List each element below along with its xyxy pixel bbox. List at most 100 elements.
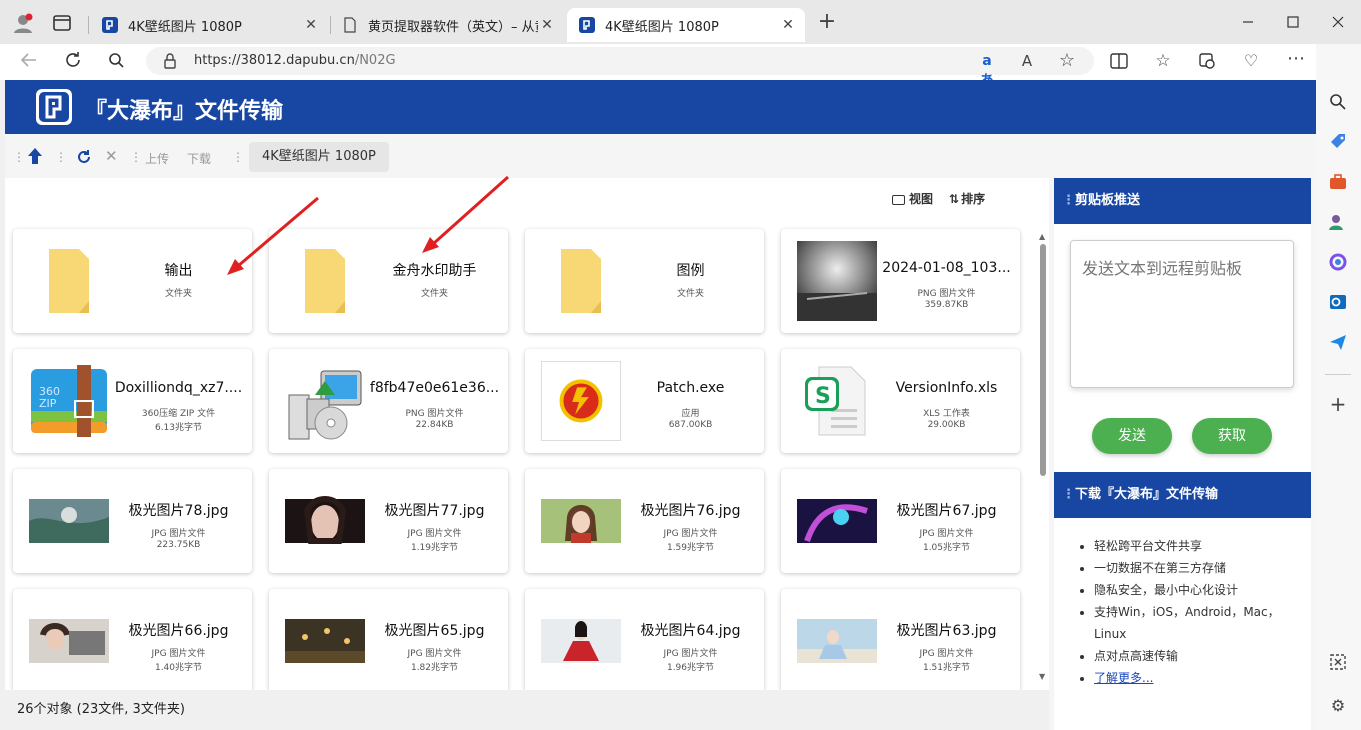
url-text[interactable]: https://38012.dapubu.cn/N02G [194,53,396,68]
file-name: 极光图片78.jpg [128,503,229,519]
list-item: 隐私安全，最小中心化设计 [1094,579,1309,601]
svg-text:ZIP: ZIP [39,397,57,410]
close-tab-icon[interactable]: ✕ [779,17,797,33]
file-type: 应用 [681,409,700,419]
file-name: 极光图片64.jpg [640,623,741,639]
list-item: 支持Win，iOS，Android，Mac，Linux [1094,601,1309,645]
text-size-icon[interactable]: A [1016,51,1038,71]
scroll-up-arrow-icon[interactable]: ▲ [1039,232,1045,241]
browser-tab-1[interactable]: 4K壁纸图片 1080P ✕ [90,8,328,42]
screenshot-icon[interactable] [1328,652,1348,672]
sidebar-settings-icon[interactable]: ⚙ [1328,696,1348,716]
file-size: 1.40兆字节 [154,663,203,673]
people-icon[interactable] [1328,212,1348,232]
settings-more-icon[interactable]: ⋯ [1285,49,1307,69]
file-type: JPG 图片文件 [407,649,462,659]
back-icon[interactable] [18,50,40,70]
scroll-down-arrow-icon[interactable]: ▼ [1039,672,1045,681]
tab-actions-icon[interactable] [53,15,71,31]
file-card-image[interactable]: 极光图片78.jpg JPG 图片文件 223.75KB [13,469,252,573]
file-name: f8fb47e0e61e36... [369,380,500,396]
file-card-image[interactable]: 极光图片63.jpg JPG 图片文件 1.51兆字节 [781,589,1020,693]
refresh-icon[interactable] [62,50,84,70]
tab-title: 黄页提取器软件（英文）– 从黄页 [368,19,538,35]
image-thumbnail [541,601,621,681]
file-type: JPG 图片文件 [919,649,974,659]
image-thumbnail [797,601,877,681]
file-card-image[interactable]: 极光图片67.jpg JPG 图片文件 1.05兆字节 [781,469,1020,573]
fetch-button[interactable]: 获取 [1192,418,1272,454]
browser-essentials-icon[interactable]: ♡ [1240,51,1262,71]
file-card-image[interactable]: 极光图片64.jpg JPG 图片文件 1.96兆字节 [525,589,764,693]
browser-tab-3-active[interactable]: 4K壁纸图片 1080P ✕ [567,8,805,42]
learn-more-link[interactable]: 了解更多... [1094,671,1153,685]
file-size: 1.59兆字节 [666,543,715,553]
file-size: 1.96兆字节 [666,663,715,673]
split-screen-icon[interactable] [1108,51,1130,71]
svg-text:S: S [815,384,831,409]
search-icon[interactable] [1328,92,1348,112]
image-thumbnail [541,481,621,561]
file-size: 1.19兆字节 [410,543,459,553]
file-type: 360压缩 ZIP 文件 [141,409,216,419]
url-path: /N02G [354,53,396,68]
favorite-star-icon[interactable]: ☆ [1056,51,1078,71]
file-size: 29.00KB [927,420,966,430]
web-page: 『大瀑布』文件传输 ⋮ ⋮ ✕ ⋮ 上传 下载 ⋮ 4K壁纸图片 1080P 视… [5,80,1316,730]
close-window-icon[interactable] [1326,12,1350,32]
image-thumbnail [29,481,109,561]
favorites-icon[interactable]: ☆ [1152,51,1174,71]
lock-icon[interactable] [160,51,180,71]
minimize-icon[interactable] [1236,12,1260,32]
outlook-icon[interactable] [1328,292,1348,312]
scrollbar-thumb[interactable] [1040,244,1046,476]
red-arrow-icon [422,175,509,253]
red-arrow-icon [227,196,319,275]
send-button[interactable]: 发送 [1092,418,1172,454]
file-card-image[interactable]: 极光图片76.jpg JPG 图片文件 1.59兆字节 [525,469,764,573]
copilot-app-icon[interactable] [1328,252,1348,272]
file-card-image[interactable]: 极光图片66.jpg JPG 图片文件 1.40兆字节 [13,589,252,693]
file-name: Doxilliondq_xz7.... [114,380,243,396]
rail-divider [1325,374,1351,375]
image-thumbnail [29,601,109,681]
close-tab-icon[interactable]: ✕ [538,17,556,33]
file-name: VersionInfo.xls [895,380,998,396]
download-panel-title: 下载『大瀑布』文件传输 [1075,487,1219,502]
file-name: 极光图片66.jpg [128,623,229,639]
profile-avatar-icon[interactable] [12,12,34,34]
collections-icon[interactable] [1196,51,1218,71]
tab-title: 4K壁纸图片 1080P [128,19,242,35]
status-bar: 26个对象 (23文件, 3文件夹) [5,690,1049,730]
file-size: 22.84KB [415,420,454,430]
new-tab-button[interactable]: + [815,11,839,33]
edge-sidebar: + ⚙ [1316,44,1361,730]
send-plane-icon[interactable] [1328,332,1348,352]
search-icon[interactable] [106,50,128,70]
file-size: 1.51兆字节 [922,663,971,673]
file-name: Patch.exe [656,380,725,396]
file-size: 687.00KB [668,420,713,430]
file-card-image[interactable]: 极光图片65.jpg JPG 图片文件 1.82兆字节 [269,589,508,693]
file-card-image[interactable]: 极光图片77.jpg JPG 图片文件 1.19兆字节 [269,469,508,573]
learn-more-item: 了解更多... [1094,667,1309,689]
close-tab-icon[interactable]: ✕ [302,17,320,33]
file-type: JPG 图片文件 [407,529,462,539]
maximize-icon[interactable] [1281,12,1305,32]
image-thumbnail [797,481,877,561]
file-type: JPG 图片文件 [919,529,974,539]
feature-list: 轻松跨平台文件共享 一切数据不在第三方存储 隐私安全，最小中心化设计 支持Win… [1070,535,1309,689]
file-size: 1.05兆字节 [922,543,971,553]
list-item: 一切数据不在第三方存储 [1094,557,1309,579]
file-name: 极光图片63.jpg [896,623,997,639]
toolbox-icon[interactable] [1328,172,1348,192]
file-type: JPG 图片文件 [663,649,718,659]
tab-title: 4K壁纸图片 1080P [605,19,719,35]
file-list-scrollbar[interactable]: ▲ ▼ [1037,232,1049,688]
shopping-tag-icon[interactable] [1328,132,1348,152]
file-size: 1.82兆字节 [410,663,459,673]
clipboard-text-input[interactable] [1070,240,1294,388]
browser-tab-bar: 4K壁纸图片 1080P ✕ 黄页提取器软件（英文）– 从黄页 ✕ 4K壁纸图片… [0,0,1361,44]
add-app-icon[interactable]: + [1328,394,1348,414]
browser-tab-2[interactable]: 黄页提取器软件（英文）– 从黄页 ✕ [330,8,564,42]
